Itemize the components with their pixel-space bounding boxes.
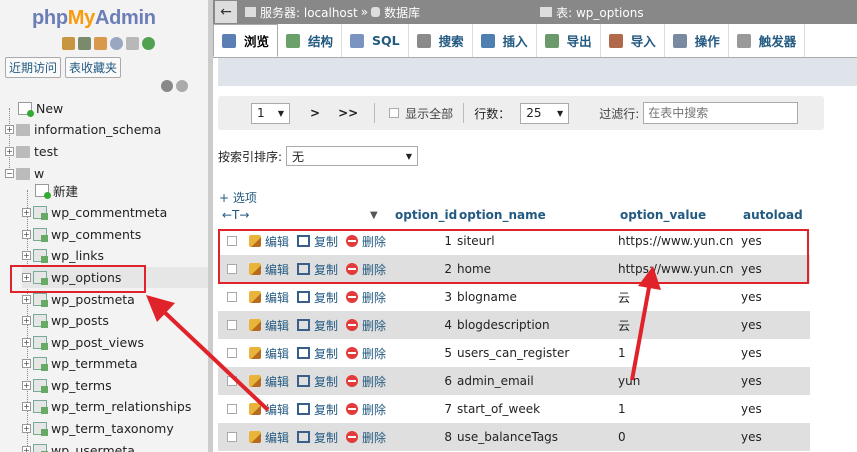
annotation-arrow-left: [146, 295, 270, 412]
annotation-arrow-right: [630, 266, 661, 381]
annotation-arrows: [146, 266, 661, 412]
